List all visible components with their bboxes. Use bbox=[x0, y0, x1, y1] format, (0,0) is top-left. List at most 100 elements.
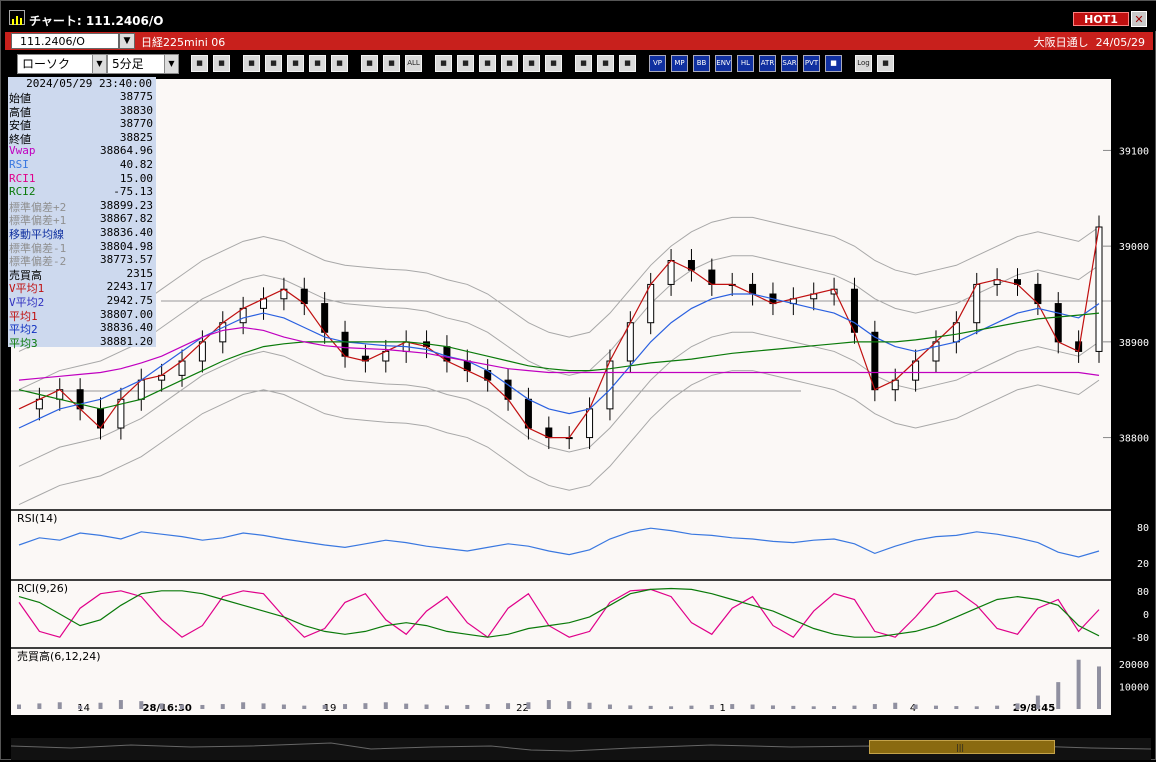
candle bbox=[993, 268, 1001, 296]
zoom-in-button[interactable]: ■ bbox=[191, 55, 208, 72]
volume-bar bbox=[444, 705, 449, 709]
pivot-button[interactable]: PVT bbox=[803, 55, 820, 72]
cursor-button[interactable]: ■ bbox=[479, 55, 496, 72]
all-button[interactable]: ALL bbox=[405, 55, 422, 72]
candle bbox=[280, 277, 288, 311]
scrollbar[interactable]: ||| bbox=[10, 738, 1152, 760]
y-tick-label: 38800 bbox=[1119, 434, 1149, 445]
symbol-dropdown-button[interactable]: ▼ bbox=[119, 33, 135, 49]
layout-icon: ■ bbox=[218, 59, 225, 67]
scroll-thumb[interactable]: ||| bbox=[869, 740, 1055, 754]
volume-bar bbox=[1056, 682, 1061, 709]
symbol-bar: 111.2406/O ▼ 日経225mini 06 大阪日通し 24/05/29 bbox=[5, 32, 1153, 50]
line-button[interactable]: ■ bbox=[435, 55, 452, 72]
trash-icon: ■ bbox=[550, 59, 557, 67]
info-value: 38864.96 bbox=[100, 144, 153, 158]
layout-button[interactable]: ■ bbox=[213, 55, 230, 72]
volume-bar bbox=[913, 704, 918, 709]
volume-bar bbox=[811, 706, 816, 709]
trash-button[interactable]: ■ bbox=[545, 55, 562, 72]
y-tick-label: 39100 bbox=[1119, 146, 1149, 157]
cursor-icon: ■ bbox=[484, 59, 491, 67]
arrow-icon: ■ bbox=[506, 59, 513, 67]
bollinger-button[interactable]: BB bbox=[693, 55, 710, 72]
volume-bar bbox=[1015, 703, 1020, 709]
log-button[interactable]: Log bbox=[855, 55, 872, 72]
title-bar[interactable]: チャート: 111.2406/O HOT1 ✕ bbox=[1, 1, 1156, 31]
volume-bar bbox=[37, 703, 42, 709]
y-tick-label: 0 bbox=[1143, 610, 1149, 621]
draw-button[interactable]: ■ bbox=[457, 55, 474, 72]
pattern-button[interactable]: ■ bbox=[575, 55, 592, 72]
arrow-button[interactable]: ■ bbox=[501, 55, 518, 72]
symbol-input[interactable]: 111.2406/O bbox=[11, 33, 119, 49]
volume-bar bbox=[974, 706, 979, 709]
series-line bbox=[18, 226, 1100, 439]
info-row: RCI1 15.00 bbox=[9, 172, 155, 185]
info-value: 15.00 bbox=[119, 171, 153, 185]
chart-area[interactable]: RSI(14) RCI(9,26) 売買高(6,12,24) 14 28/16:30 19… bbox=[11, 79, 1111, 715]
interval-select[interactable]: 5分足 ▼ bbox=[107, 54, 179, 74]
market-profile-button-label: MP bbox=[674, 59, 685, 67]
volume-bar bbox=[424, 704, 429, 709]
chart-window: チャート: 111.2406/O HOT1 ✕ 111.2406/O ▼ 日経2… bbox=[0, 0, 1156, 760]
candle-button[interactable]: ■ bbox=[361, 55, 378, 72]
marker-icon: ■ bbox=[248, 59, 255, 67]
bar-button[interactable]: ■ bbox=[383, 55, 400, 72]
volume-bar bbox=[139, 701, 144, 709]
volume-bar bbox=[465, 704, 470, 709]
candle bbox=[687, 249, 695, 282]
y-tick-label: -80 bbox=[1131, 633, 1149, 644]
atr-button-label: ATR bbox=[760, 59, 775, 67]
crosshair-button[interactable]: ■ bbox=[287, 55, 304, 72]
tool-button[interactable]: ■ bbox=[597, 55, 614, 72]
market-profile-button[interactable]: MP bbox=[671, 55, 688, 72]
info-value: 38807.00 bbox=[100, 307, 153, 321]
close-button[interactable]: ✕ bbox=[1131, 11, 1147, 27]
zoom-box-button[interactable]: ■ bbox=[265, 55, 282, 72]
volume-bar bbox=[1097, 666, 1101, 709]
volume-bar bbox=[567, 701, 572, 709]
volume-bar bbox=[118, 700, 123, 709]
info-value: 38899.23 bbox=[100, 198, 153, 212]
info-row: RCI2 -75.13 bbox=[9, 185, 155, 198]
candle bbox=[504, 368, 512, 411]
grip-icon: ||| bbox=[956, 743, 965, 752]
pattern-icon: ■ bbox=[580, 59, 587, 67]
volume-profile-button[interactable]: VP bbox=[649, 55, 666, 72]
disabled-button[interactable]: ■ bbox=[331, 55, 348, 72]
note-button[interactable]: ■ bbox=[523, 55, 540, 72]
candle bbox=[382, 339, 390, 373]
volume-bar bbox=[322, 704, 327, 709]
export-button[interactable]: ■ bbox=[877, 55, 894, 72]
x-tick-label: 1 bbox=[720, 703, 726, 714]
hot-button[interactable]: HOT1 bbox=[1073, 12, 1129, 26]
info-label: 平均3 bbox=[9, 336, 38, 350]
candle bbox=[97, 397, 105, 440]
info-datetime: 2024/05/29 23:40:00 bbox=[26, 77, 152, 90]
palette-button[interactable]: ■ bbox=[619, 55, 636, 72]
grid-button[interactable]: ■ bbox=[309, 55, 326, 72]
price-axis: 38800 38900 39000 39100 20 80 -80 0 80 10000 20000 bbox=[1111, 79, 1151, 715]
rsi-pane-label: RSI(14) bbox=[17, 512, 57, 525]
marker-button[interactable]: ■ bbox=[243, 55, 260, 72]
y-tick-label: 20 bbox=[1137, 559, 1149, 570]
zoom-box-icon: ■ bbox=[270, 59, 277, 67]
grid-icon: ■ bbox=[314, 59, 321, 67]
info-row: 標準偏差-1 38804.98 bbox=[9, 240, 155, 255]
volume-bar bbox=[506, 703, 511, 709]
high-low-button[interactable]: HL bbox=[737, 55, 754, 72]
moving-average-env-button[interactable]: ENV bbox=[715, 55, 732, 72]
volume-bar bbox=[995, 705, 1000, 709]
atr-button[interactable]: ATR bbox=[759, 55, 776, 72]
volume-bar bbox=[832, 706, 837, 709]
y-tick-label: 80 bbox=[1137, 587, 1149, 598]
volume-bar bbox=[302, 705, 307, 709]
parabolic-button[interactable]: SAR bbox=[781, 55, 798, 72]
box-button[interactable]: ■ bbox=[825, 55, 842, 72]
chart-type-value: ローソク bbox=[22, 57, 71, 71]
chart-type-select[interactable]: ローソク ▼ bbox=[17, 54, 107, 74]
info-value: 38881.20 bbox=[100, 334, 153, 348]
candle bbox=[463, 349, 471, 383]
y-tick-label: 10000 bbox=[1119, 683, 1149, 694]
